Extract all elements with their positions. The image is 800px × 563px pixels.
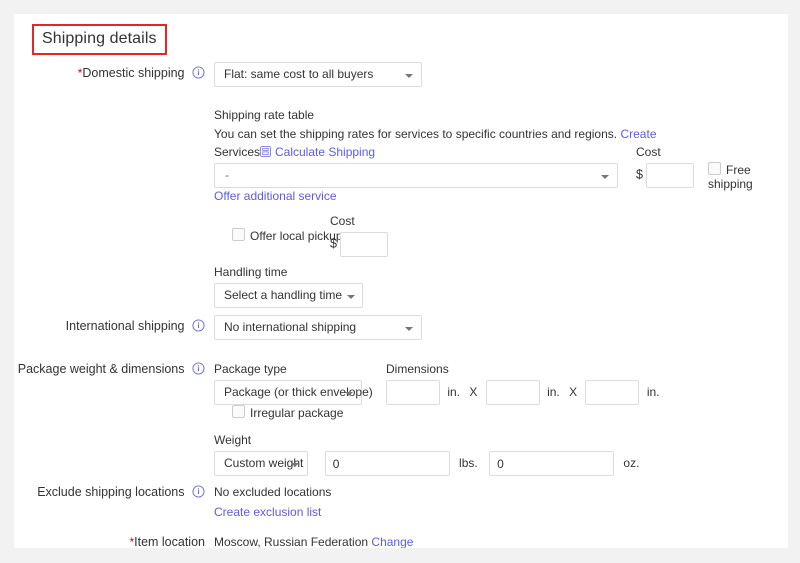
package-type-select-wrap: Package (or thick envelope) <box>214 380 373 405</box>
handling-time-select[interactable]: Select a handling time <box>214 283 364 308</box>
label-package-weight-dimensions: Package weight & dimensions <box>14 362 205 376</box>
item-location-value: Moscow, Russian Federation <box>214 535 369 548</box>
section-title-text: Shipping details <box>32 24 167 55</box>
services-select-value: - <box>225 168 229 182</box>
dimension-length-input[interactable] <box>386 380 440 405</box>
label-international-shipping-text: International shipping <box>65 319 185 333</box>
weight-label: Weight <box>214 433 252 447</box>
shipping-details-card: Shipping details *Domestic shipping Flat… <box>14 14 788 548</box>
dimensions-block: Dimensions in. X in. X in. <box>386 362 660 405</box>
cost-input[interactable] <box>646 163 695 188</box>
domestic-shipping-field: Flat: same cost to all buyers <box>214 62 422 87</box>
currency-symbol: $ <box>330 236 337 251</box>
local-pickup-checkbox-wrap: Offer local pickup <box>232 228 343 243</box>
chevron-down-icon <box>601 175 609 179</box>
cost-label: Cost <box>636 145 661 159</box>
services-select[interactable]: - <box>214 163 618 188</box>
create-exclusion-list-link[interactable]: Create exclusion list <box>214 505 321 519</box>
irregular-package-checkbox[interactable] <box>232 405 245 418</box>
weight-inputs-row: Custom weight lbs. oz. <box>214 451 639 476</box>
dimensions-label: Dimensions <box>386 362 449 376</box>
label-domestic-shipping: *Domestic shipping <box>14 66 205 80</box>
international-shipping-select[interactable]: No international shipping <box>214 315 422 340</box>
chevron-down-icon <box>347 295 356 299</box>
local-pickup-label: Offer local pickup <box>250 229 343 243</box>
dimension-unit-3: in. <box>646 384 660 399</box>
rate-table-description: You can set the shipping rates for servi… <box>214 127 618 141</box>
services-row: - <box>214 163 618 188</box>
domestic-shipping-select[interactable]: Flat: same cost to all buyers <box>214 62 422 87</box>
package-type-block: Package type Package (or thick envelope) <box>214 362 373 405</box>
weight-block: Weight Custom weight lbs. oz. <box>214 433 639 476</box>
calculate-shipping-link[interactable]: Calculate Shipping <box>275 145 375 159</box>
label-item-location-text: Item location <box>134 535 205 548</box>
handling-time-label: Handling time <box>214 265 288 279</box>
rate-table-title: Shipping rate table <box>214 108 315 122</box>
international-shipping-field: No international shipping <box>214 315 422 340</box>
dimension-height-input[interactable] <box>585 380 640 405</box>
dimension-separator-2: X <box>569 384 578 399</box>
calculator-icon[interactable] <box>260 145 271 159</box>
package-type-select[interactable]: Package (or thick envelope) <box>214 380 373 405</box>
cost-input-row: $ <box>636 163 695 188</box>
chevron-down-icon <box>345 392 353 396</box>
free-shipping-block: Free shipping <box>708 162 768 191</box>
services-label: Services <box>214 145 261 159</box>
irregular-package-wrap: Irregular package <box>232 405 343 420</box>
dimensions-inputs-row: in. X in. X in. <box>386 380 660 405</box>
label-international-shipping: International shipping <box>14 319 205 333</box>
chevron-down-icon <box>405 327 413 331</box>
cost-block: Cost $ <box>636 145 695 188</box>
services-header: Services Calculate Shipping <box>214 145 618 159</box>
label-item-location: *Item location <box>14 535 205 548</box>
local-pickup-cost-label: Cost <box>330 214 355 228</box>
weight-lbs-input[interactable] <box>324 451 450 476</box>
info-icon[interactable] <box>192 319 205 332</box>
info-icon[interactable] <box>192 485 205 498</box>
chevron-down-icon <box>405 74 413 78</box>
info-icon[interactable] <box>192 362 205 375</box>
handling-time-block: Handling time Select a handling time <box>214 265 364 308</box>
services-block: Services Calculate Shipping - <box>214 145 618 188</box>
local-pickup-checkbox[interactable] <box>232 228 245 241</box>
international-shipping-select-value: No international shipping <box>224 320 357 334</box>
exclude-locations-status-field: No excluded locations <box>214 485 331 499</box>
info-icon[interactable] <box>192 66 205 79</box>
currency-symbol: $ <box>636 167 643 182</box>
create-exclusion-list-field: Create exclusion list <box>214 505 321 519</box>
local-pickup-cost-input[interactable] <box>340 232 389 257</box>
weight-unit-select[interactable]: Custom weight <box>214 451 308 476</box>
local-pickup-cost-row: $ <box>330 232 389 257</box>
offer-additional-service-field: Offer additional service <box>214 189 337 203</box>
handling-time-select-value: Select a handling time <box>224 288 343 302</box>
irregular-package-label: Irregular package <box>250 406 344 420</box>
weight-oz-unit: oz. <box>623 455 640 470</box>
offer-additional-service-link[interactable]: Offer additional service <box>214 189 337 203</box>
label-package-weight-dimensions-text: Package weight & dimensions <box>17 362 185 376</box>
create-rate-table-link[interactable]: Create <box>620 127 656 141</box>
domestic-shipping-select-value: Flat: same cost to all buyers <box>224 67 374 81</box>
dimension-unit-1: in. <box>447 384 461 399</box>
rate-table-block: Shipping rate table You can set the ship… <box>214 108 657 141</box>
handling-time-select-wrap: Select a handling time <box>214 283 364 308</box>
dimension-unit-2: in. <box>547 384 560 399</box>
dimension-width-input[interactable] <box>485 380 540 405</box>
chevron-down-icon <box>291 463 299 467</box>
local-pickup-cost-block: Cost $ <box>330 214 389 257</box>
label-domestic-shipping-text: Domestic shipping <box>82 66 185 80</box>
label-exclude-shipping-locations: Exclude shipping locations <box>14 485 205 499</box>
page-title: Shipping details <box>32 24 167 55</box>
weight-oz-input[interactable] <box>489 451 615 476</box>
package-type-label: Package type <box>214 362 287 376</box>
rate-table-description-line: You can set the shipping rates for servi… <box>214 127 657 141</box>
free-shipping-checkbox[interactable] <box>708 162 721 175</box>
item-location-field: Moscow, Russian Federation Change <box>214 535 413 548</box>
weight-lbs-unit: lbs. <box>459 455 478 470</box>
change-item-location-link[interactable]: Change <box>371 535 413 548</box>
label-exclude-shipping-locations-text: Exclude shipping locations <box>37 485 185 499</box>
dimension-separator-1: X <box>469 384 478 399</box>
exclude-locations-status: No excluded locations <box>214 485 332 499</box>
